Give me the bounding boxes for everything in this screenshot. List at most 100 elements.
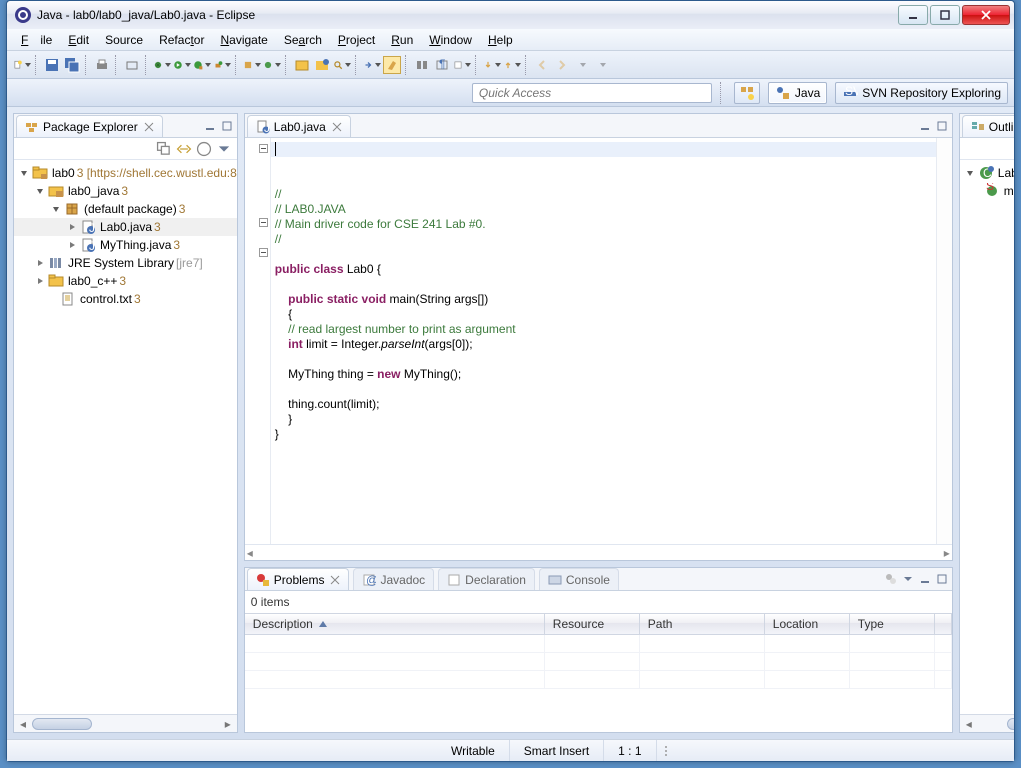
package-explorer-tab[interactable]: Package Explorer <box>16 115 163 137</box>
minimize-view-icon[interactable] <box>203 119 217 133</box>
fold-icon[interactable] <box>259 144 268 153</box>
java-file-icon: J <box>80 237 96 253</box>
forward-button[interactable] <box>553 56 571 74</box>
menu-navigate[interactable]: Navigate <box>214 31 273 49</box>
tree-item-srcfolder[interactable]: lab0_java3 <box>14 182 237 200</box>
editor-tab[interactable]: J Lab0.java <box>247 115 351 137</box>
new-button[interactable] <box>13 56 31 74</box>
view-menu-icon[interactable] <box>215 140 233 158</box>
annotation-nav-button[interactable] <box>363 56 381 74</box>
run-button[interactable] <box>173 56 191 74</box>
menu-edit[interactable]: Edit <box>62 31 95 49</box>
ext-tools-button[interactable] <box>213 56 231 74</box>
run-last-button[interactable] <box>193 56 211 74</box>
work-area: Package Explorer <box>7 107 1014 739</box>
editor-hscroll[interactable]: ◂▸ <box>245 544 952 560</box>
debug-button[interactable] <box>153 56 171 74</box>
col-description[interactable]: Description <box>245 614 545 634</box>
outline-tab[interactable]: Outline <box>962 115 1014 137</box>
tree-item-jre[interactable]: JRE System Library [jre7] <box>14 254 237 272</box>
menu-help[interactable]: Help <box>482 31 519 49</box>
maximize-view-icon[interactable] <box>220 119 234 133</box>
print-button[interactable] <box>93 56 111 74</box>
outline-tree[interactable]: C Lab03 S main(String[]) : v <box>960 160 1014 714</box>
perspective-java[interactable]: Java <box>768 82 827 104</box>
next-annotation-button[interactable] <box>483 56 501 74</box>
editor-content[interactable]: //// LAB0.JAVA// Main driver code for CS… <box>271 138 936 544</box>
outline-item-class[interactable]: C Lab03 <box>962 164 1014 182</box>
filters-icon[interactable] <box>884 572 898 586</box>
menu-run[interactable]: Run <box>385 31 419 49</box>
toggle-whitespace-button[interactable]: ¶ <box>433 56 451 74</box>
fold-icon[interactable] <box>259 218 268 227</box>
problems-tab[interactable]: Problems <box>247 568 350 590</box>
menu-refactor[interactable]: Refactor <box>153 31 210 49</box>
maximize-view-icon[interactable] <box>935 119 949 133</box>
tree-item-mything[interactable]: J MyThing.java3 <box>14 236 237 254</box>
overview-ruler[interactable] <box>936 138 952 544</box>
problems-table[interactable]: Description Resource Path Location Type <box>245 613 952 733</box>
menu-search[interactable]: Search <box>278 31 328 49</box>
open-perspective-button[interactable] <box>734 82 760 104</box>
editor-view: J Lab0.java //// L <box>244 113 953 561</box>
view-menu-icon[interactable] <box>901 572 915 586</box>
package-explorer-tree[interactable]: lab03 [https://shell.cec.wustl.edu:8 lab… <box>14 160 237 714</box>
close-button[interactable] <box>962 5 1010 25</box>
build-button[interactable] <box>123 56 141 74</box>
menu-source[interactable]: Source <box>99 31 149 49</box>
save-all-button[interactable] <box>63 56 81 74</box>
minimize-view-icon[interactable] <box>918 572 932 586</box>
toggle-highlight-button[interactable] <box>383 56 401 74</box>
maximize-view-icon[interactable] <box>935 572 949 586</box>
search-button[interactable] <box>333 56 351 74</box>
perspective-svn[interactable]: SVN SVN Repository Exploring <box>835 82 1008 104</box>
minimize-button[interactable] <box>898 5 928 25</box>
open-type-button[interactable] <box>293 56 311 74</box>
menu-project[interactable]: Project <box>332 31 381 49</box>
title-bar[interactable]: Java - lab0/lab0_java/Lab0.java - Eclips… <box>7 1 1014 29</box>
menu-window[interactable]: Window <box>423 31 478 49</box>
quick-access-input[interactable] <box>472 83 712 103</box>
close-icon[interactable] <box>144 122 154 132</box>
javadoc-tab[interactable]: @ Javadoc <box>353 568 434 590</box>
link-editor-icon[interactable] <box>175 140 193 158</box>
col-type[interactable]: Type <box>850 614 935 634</box>
console-tab[interactable]: Console <box>539 568 619 590</box>
back-button[interactable] <box>533 56 551 74</box>
close-icon[interactable] <box>330 575 340 585</box>
menu-file[interactable]: File <box>15 31 58 49</box>
fold-icon[interactable] <box>259 248 268 257</box>
new-class-button[interactable] <box>263 56 281 74</box>
minimize-view-icon[interactable] <box>918 119 932 133</box>
col-path[interactable]: Path <box>640 614 765 634</box>
nav-forward-button[interactable] <box>593 56 611 74</box>
focus-task-icon[interactable] <box>195 140 213 158</box>
grip-icon[interactable] <box>663 744 669 758</box>
scroll-right-icon[interactable]: ▸ <box>219 716 237 732</box>
package-explorer-hscroll[interactable]: ◂ ▸ <box>14 714 237 732</box>
prev-annotation-button[interactable] <box>503 56 521 74</box>
col-resource[interactable]: Resource <box>545 614 640 634</box>
declaration-tab[interactable]: Declaration <box>438 568 535 590</box>
tree-item-control[interactable]: control.txt3 <box>14 290 237 308</box>
outline-hscroll[interactable]: ◂▸ <box>960 714 1014 732</box>
svg-text:SVN: SVN <box>845 85 858 98</box>
save-button[interactable] <box>43 56 61 74</box>
tree-item-package[interactable]: (default package)3 <box>14 200 237 218</box>
tree-item-lab0java[interactable]: J Lab0.java3 <box>14 218 237 236</box>
editor-gutter[interactable] <box>245 138 271 544</box>
open-task-button[interactable] <box>313 56 331 74</box>
close-icon[interactable] <box>332 122 342 132</box>
tree-item-lab0cpp[interactable]: lab0_c++3 <box>14 272 237 290</box>
toggle-breadcrumb-button[interactable] <box>413 56 431 74</box>
last-edit-button[interactable] <box>573 56 591 74</box>
perspective-java-label: Java <box>795 86 820 100</box>
maximize-button[interactable] <box>930 5 960 25</box>
outline-item-main[interactable]: S main(String[]) : v <box>962 182 1014 200</box>
col-location[interactable]: Location <box>765 614 850 634</box>
editor-presentation-button[interactable] <box>453 56 471 74</box>
scroll-left-icon[interactable]: ◂ <box>14 716 32 732</box>
tree-item-project[interactable]: lab03 [https://shell.cec.wustl.edu:8 <box>14 164 237 182</box>
collapse-all-icon[interactable] <box>155 140 173 158</box>
new-package-button[interactable] <box>243 56 261 74</box>
